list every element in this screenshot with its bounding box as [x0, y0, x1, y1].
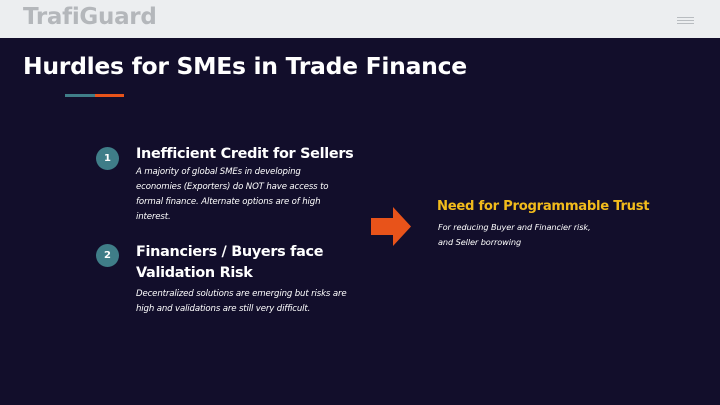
description-line: economies (Exporters) do NOT have access… — [136, 182, 329, 192]
hurdle-title: Inefficient Credit for Sellers — [136, 146, 354, 162]
number-badge: 1 — [96, 147, 119, 170]
hurdle-title-line: Financiers / Buyers face — [136, 244, 324, 260]
slide-title: Hurdles for SMEs in Trade Finance — [23, 52, 467, 80]
description-line: A majority of global SMEs in developing — [136, 167, 301, 177]
description-line: Decentralized solutions are emerging but… — [136, 289, 347, 299]
title-accent-line — [65, 94, 124, 97]
accent-segment-orange — [95, 94, 124, 97]
conclusion-title: Need for Programmable Trust — [437, 199, 650, 214]
hurdle-description: Decentralized solutions are emerging but… — [136, 287, 366, 317]
number-badge: 2 — [96, 244, 119, 267]
accent-segment-teal — [65, 94, 95, 97]
hamburger-icon[interactable] — [677, 17, 694, 24]
description-line: For reducing Buyer and Financier risk, — [438, 222, 591, 232]
header-bar: TrafiGuard — [0, 0, 720, 38]
description-line: and Seller borrowing — [438, 237, 522, 247]
hurdle-description: A majority of global SMEs in developing … — [136, 165, 366, 225]
description-line: high and validations are still very diff… — [136, 304, 311, 314]
right-arrow-icon — [371, 207, 411, 246]
hurdle-title-line: Validation Risk — [136, 265, 253, 281]
brand-logo-text: TrafiGuard — [23, 4, 157, 30]
conclusion-description: For reducing Buyer and Financier risk, a… — [438, 220, 658, 250]
hurdle-title-line: Inefficient Credit for Sellers — [136, 146, 354, 162]
description-line: interest. — [136, 212, 171, 222]
description-line: formal finance. Alternate options are of… — [136, 197, 321, 207]
hurdle-title: Financiers / Buyers face Validation Risk — [136, 242, 324, 284]
